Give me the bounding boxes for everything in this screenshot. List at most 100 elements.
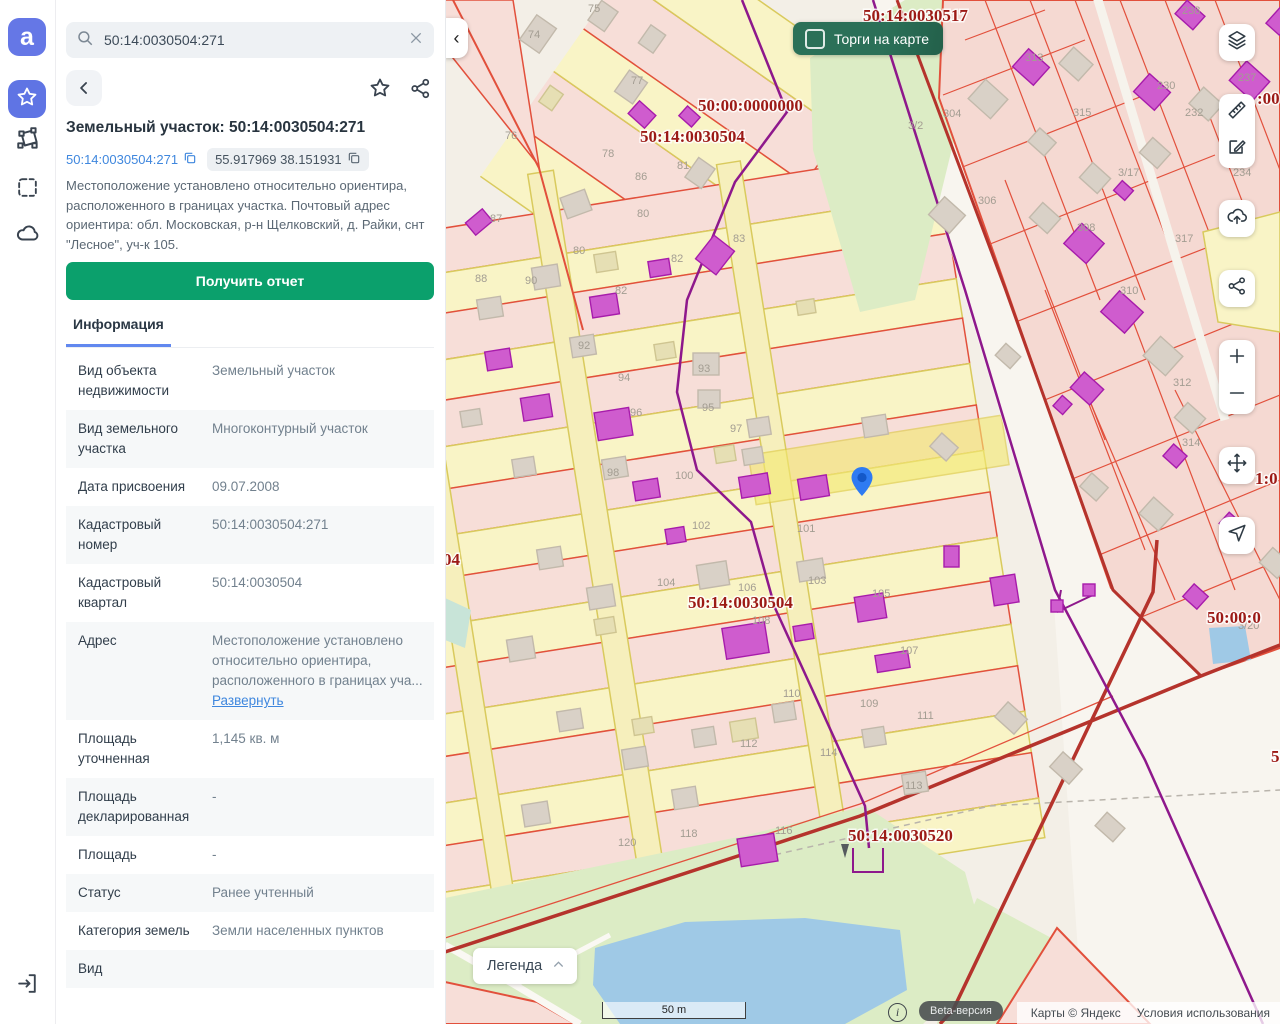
copy-icon[interactable] <box>347 151 361 168</box>
share-map-button[interactable] <box>1219 270 1255 307</box>
building[interactable] <box>672 786 699 810</box>
control-group <box>1219 24 1255 61</box>
checkbox-icon[interactable] <box>805 29 825 49</box>
draw-button[interactable] <box>1219 131 1255 168</box>
building[interactable] <box>742 447 764 466</box>
share-icon <box>1226 275 1248 302</box>
building[interactable] <box>586 584 615 610</box>
cadastral-number-link[interactable]: 50:14:0030504:271 <box>66 151 197 168</box>
control-group <box>1219 447 1255 484</box>
building-registered[interactable] <box>737 833 778 866</box>
measure-button[interactable] <box>1219 94 1255 131</box>
building[interactable] <box>714 445 736 464</box>
zoom-out-button[interactable] <box>1219 377 1255 414</box>
building-registered[interactable] <box>633 478 661 501</box>
building-registered[interactable] <box>520 394 552 421</box>
cadastral-quarter-label: 50:14:0030520 <box>848 826 953 845</box>
building-registered[interactable] <box>722 622 769 659</box>
app-logo[interactable]: a <box>8 18 46 56</box>
clear-icon[interactable] <box>408 30 424 51</box>
building[interactable] <box>696 561 729 589</box>
parcel-number: 317 <box>1175 233 1193 245</box>
sidebar-item-cloud[interactable] <box>14 222 41 249</box>
building[interactable] <box>622 746 649 770</box>
building[interactable] <box>557 708 584 732</box>
building-registered[interactable] <box>1051 600 1063 612</box>
cloud-icon <box>15 220 41 251</box>
ruler-icon <box>1226 99 1248 126</box>
sidebar-item-favorites[interactable] <box>8 80 46 118</box>
upload-button[interactable] <box>1219 200 1255 237</box>
building-registered[interactable] <box>594 407 633 440</box>
row-label: Статус <box>78 883 212 903</box>
parcel-number: 95 <box>702 402 714 414</box>
copy-icon[interactable] <box>183 151 197 168</box>
map-canvas[interactable]: 7475777678818680808282838788909293949596… <box>445 0 1280 1024</box>
parcel-number: 92 <box>578 340 590 352</box>
layers-button[interactable] <box>1219 24 1255 61</box>
search-input[interactable] <box>102 31 400 49</box>
cadastral-map[interactable]: 7475777678818680808282838788909293949596… <box>445 0 1280 1024</box>
collapse-panel-button[interactable]: ‹ <box>445 18 468 58</box>
table-row: Категория земельЗемли населенных пунктов <box>66 912 434 950</box>
parcel-number: 3/17 <box>1118 167 1139 179</box>
building[interactable] <box>796 299 816 316</box>
auctions-toggle[interactable]: Торги на карте <box>793 22 943 55</box>
search-bar[interactable] <box>66 22 434 58</box>
building[interactable] <box>594 251 619 272</box>
tab-information[interactable]: Информация <box>66 310 171 347</box>
building-registered[interactable] <box>1083 584 1095 596</box>
zoom-in-button[interactable] <box>1219 340 1255 377</box>
building-registered[interactable] <box>665 527 686 545</box>
locate-button[interactable] <box>1219 517 1255 554</box>
building-registered[interactable] <box>485 348 513 371</box>
building[interactable] <box>477 296 504 320</box>
building-registered[interactable] <box>990 574 1019 606</box>
building[interactable] <box>862 414 889 438</box>
sidebar-item-select-area[interactable] <box>14 176 41 203</box>
table-row: Вид объекта недвижимостиЗемельный участо… <box>66 352 434 410</box>
row-value: 50:14:0030504 <box>212 573 434 613</box>
coordinates-chip[interactable]: 55.917969 38.151931 <box>207 148 369 171</box>
get-report-button[interactable]: Получить отчет <box>66 262 434 300</box>
building[interactable] <box>692 726 717 747</box>
building[interactable] <box>747 416 772 437</box>
parcel-number: 105 <box>872 588 890 600</box>
building[interactable] <box>512 456 537 477</box>
building[interactable] <box>594 617 616 636</box>
building[interactable] <box>654 342 676 361</box>
info-icon[interactable]: i <box>888 1003 907 1022</box>
building[interactable] <box>506 636 535 662</box>
page-title: Земельный участок: 50:14:0030504:271 <box>66 119 438 137</box>
terms-link[interactable]: Условия использования <box>1137 1006 1270 1020</box>
cadastral-quarter-label: 50:14:0030504 <box>640 127 745 146</box>
building[interactable] <box>521 801 550 827</box>
building-registered[interactable] <box>944 546 959 567</box>
sidebar-item-polygon-tool[interactable] <box>14 128 41 155</box>
parcel-number: 306 <box>978 195 996 207</box>
building[interactable] <box>632 717 654 736</box>
building[interactable] <box>460 409 482 428</box>
favorite-button[interactable] <box>366 74 394 102</box>
parcel-number: 315 <box>1073 107 1091 119</box>
parcel-number: 308 <box>1077 222 1095 234</box>
building-registered[interactable] <box>793 624 814 642</box>
cadastral-quarter-label: 1:0 <box>1255 469 1278 488</box>
building-registered[interactable] <box>648 258 671 277</box>
login-button[interactable] <box>14 972 41 999</box>
building-registered[interactable] <box>798 475 830 500</box>
building[interactable] <box>862 726 887 747</box>
parcel-number: 80 <box>637 208 649 220</box>
scale-bar: 50 m <box>602 1002 746 1019</box>
building[interactable] <box>772 701 797 722</box>
parcel-number: 86 <box>635 171 647 183</box>
building[interactable] <box>537 546 564 570</box>
parcel-number: 101 <box>797 523 815 535</box>
building-registered[interactable] <box>739 473 771 498</box>
legend-button[interactable]: Легенда <box>473 948 577 984</box>
expand-link[interactable]: Развернуть <box>212 693 284 708</box>
back-button[interactable] <box>66 70 102 106</box>
parcel-number: 81 <box>677 160 689 172</box>
pan-button[interactable] <box>1219 447 1255 484</box>
share-button[interactable] <box>406 74 434 102</box>
